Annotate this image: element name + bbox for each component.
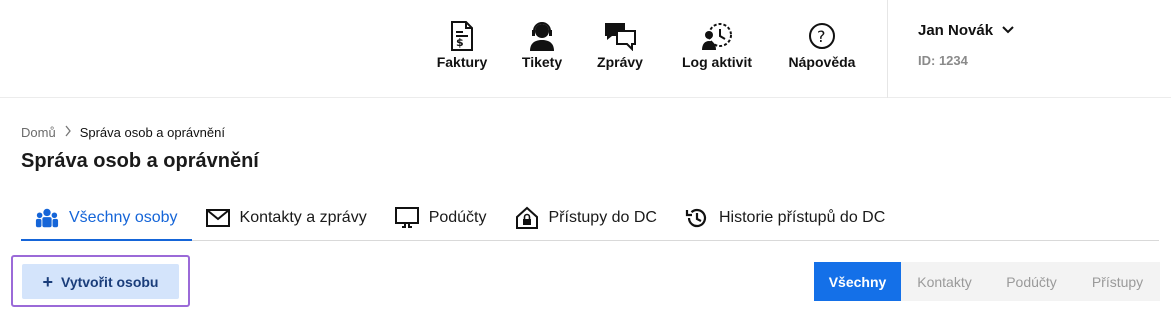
user-id: ID: 1234	[918, 53, 968, 68]
tab-label: Všechny osoby	[69, 208, 178, 226]
filter-access[interactable]: Přístupy	[1075, 262, 1160, 301]
nav-messages[interactable]: Zprávy	[578, 0, 662, 98]
plus-icon: +	[42, 271, 53, 292]
tab-subaccounts[interactable]: Podúčty	[381, 196, 501, 240]
user-menu: Jan Novák ID: 1234	[918, 22, 1015, 68]
filter-subaccounts[interactable]: Podúčty	[988, 262, 1075, 301]
create-person-button[interactable]: + Vytvořit osobu	[22, 264, 179, 299]
svg-text:?: ?	[817, 27, 826, 46]
activity-log-icon	[700, 20, 734, 52]
user-name-toggle[interactable]: Jan Novák	[918, 22, 1015, 39]
tab-label: Kontakty a zprávy	[239, 209, 367, 226]
tab-contacts-messages[interactable]: Kontakty a zprávy	[192, 196, 381, 240]
top-header: $ Faktury Tikety Zprávy Log aktivit ? Ná…	[0, 0, 1171, 98]
tab-label: Přístupy do DC	[548, 209, 657, 226]
create-person-label: Vytvořit osobu	[61, 273, 159, 290]
tab-dc-access[interactable]: Přístupy do DC	[501, 196, 671, 240]
filter-all[interactable]: Všechny	[814, 262, 901, 301]
invoice-icon: $	[445, 20, 479, 52]
tab-bar: Všechny osoby Kontakty a zprávy Podúčty …	[21, 196, 1159, 241]
history-icon	[685, 206, 709, 230]
header-divider	[887, 0, 888, 98]
chevron-right-icon	[64, 125, 72, 140]
nav-label: Log aktivit	[681, 54, 752, 70]
top-nav: $ Faktury Tikety Zprávy Log aktivit ? Ná…	[418, 0, 872, 98]
nav-label: Nápověda	[788, 54, 856, 70]
page-title: Správa osob a oprávnění	[21, 150, 259, 172]
nav-activity-log[interactable]: Log aktivit	[662, 0, 772, 98]
nav-label: Faktury	[436, 54, 488, 70]
tab-label: Historie přístupů do DC	[718, 209, 886, 226]
breadcrumb-home[interactable]: Domů	[21, 125, 56, 140]
nav-label: Tikety	[521, 54, 563, 70]
monitor-icon	[394, 206, 419, 230]
user-name: Jan Novák	[918, 22, 994, 39]
nav-help[interactable]: ? Nápověda	[772, 0, 872, 98]
nav-invoices[interactable]: $ Faktury	[418, 0, 506, 98]
tab-all-persons[interactable]: Všechny osoby	[21, 196, 192, 241]
nav-tickets[interactable]: Tikety	[506, 0, 578, 98]
house-lock-icon	[515, 206, 539, 230]
tab-label: Podúčty	[428, 209, 487, 226]
breadcrumb-current: Správa osob a oprávnění	[79, 125, 225, 140]
filter-segmented-control: Všechny Kontakty Podúčty Přístupy	[814, 262, 1160, 301]
chat-bubbles-icon	[603, 20, 637, 52]
support-agent-icon	[525, 20, 559, 52]
breadcrumb: Domů Správa osob a oprávnění	[21, 125, 225, 140]
create-button-highlight: + Vytvořit osobu	[11, 255, 190, 307]
people-icon	[35, 206, 59, 230]
envelope-icon	[205, 206, 230, 230]
tab-dc-access-history[interactable]: Historie přístupů do DC	[671, 196, 899, 240]
filter-contacts[interactable]: Kontakty	[901, 262, 988, 301]
help-icon: ?	[805, 20, 839, 52]
chevron-down-icon	[1001, 22, 1015, 39]
svg-text:$: $	[456, 36, 464, 49]
nav-label: Zprávy	[597, 54, 643, 70]
